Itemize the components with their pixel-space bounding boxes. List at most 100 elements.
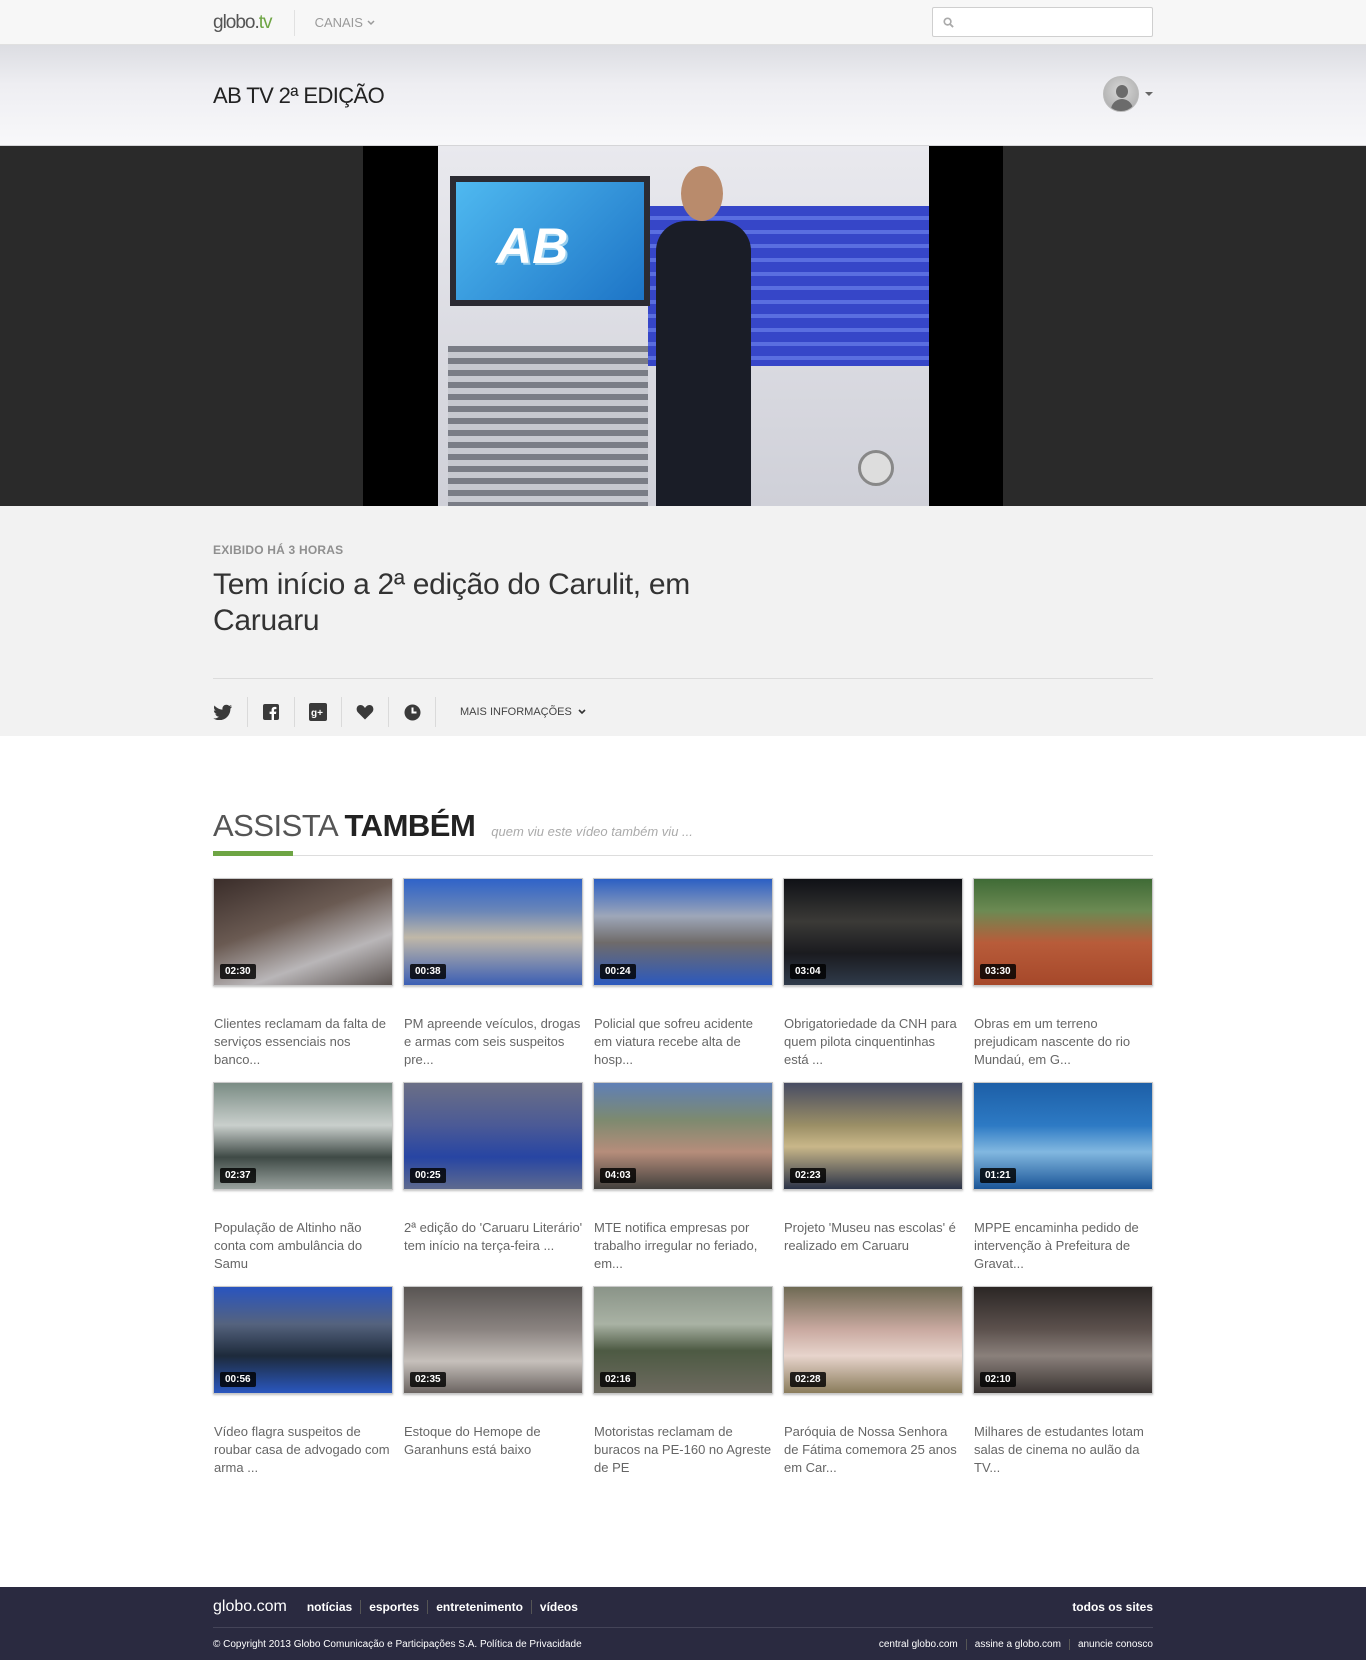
footer-todos-os-sites[interactable]: todos os sites (1072, 1600, 1153, 1614)
video-card[interactable]: 01:21 MPPE encaminha pedido de intervençã… (973, 1082, 1153, 1273)
google-plus-share-button[interactable]: g+ (295, 697, 342, 727)
studio-louvers (448, 346, 648, 506)
related-title: ASSISTA TAMBÉM (213, 808, 476, 844)
video-duration-badge: 00:56 (220, 1372, 256, 1387)
footer-link-noticias[interactable]: notícias (299, 1600, 360, 1614)
search-icon (943, 16, 954, 28)
video-duration-badge: 02:28 (790, 1372, 826, 1387)
footer-link-anuncie[interactable]: anuncie conosco (1068, 1638, 1153, 1650)
video-caption[interactable]: Motoristas reclamam de buracos na PE-160… (593, 1423, 773, 1477)
facebook-share-button[interactable] (248, 697, 295, 727)
video-thumbnail[interactable]: 00:56 (213, 1286, 393, 1394)
video-thumbnail[interactable]: 00:38 (403, 878, 583, 986)
video-duration-badge: 00:24 (600, 964, 636, 979)
logo-tv: tv (258, 11, 273, 33)
watch-later-button[interactable] (389, 697, 436, 727)
video-card[interactable]: 04:03 MTE notifica empresas por trabalho … (593, 1082, 773, 1273)
video-card[interactable]: 00:56 Vídeo flagra suspeitos de roubar ca… (213, 1286, 393, 1477)
video-card[interactable]: 02:35 Estoque do Hemope de Garanhuns está… (403, 1286, 583, 1474)
anchor-suit (656, 221, 751, 506)
video-caption[interactable]: MPPE encaminha pedido de intervenção à P… (973, 1219, 1153, 1273)
caret-down-icon (1145, 92, 1153, 96)
mais-informacoes-toggle[interactable]: MAIS INFORMAÇÕES (460, 706, 586, 718)
footer-logo[interactable]: globo.com (213, 1598, 287, 1616)
video-thumbnail[interactable]: 00:25 (403, 1082, 583, 1190)
video-caption[interactable]: Projeto 'Museu nas escolas' é realizado … (783, 1219, 963, 1255)
video-duration-badge: 02:37 (220, 1168, 256, 1183)
globo-tv-logo[interactable]: globo.tv (213, 11, 273, 34)
search-box[interactable] (932, 7, 1153, 37)
heart-icon (356, 705, 374, 720)
video-thumbnail[interactable]: 02:30 (213, 878, 393, 986)
video-caption[interactable]: População de Altinho não conta com ambul… (213, 1219, 393, 1273)
video-player-area: AB (0, 146, 1366, 506)
video-card[interactable]: 02:37 População de Altinho não conta com … (213, 1082, 393, 1273)
video-card[interactable]: 02:28 Paróquia de Nossa Senhora de Fátima… (783, 1286, 963, 1477)
footer-link-central[interactable]: central globo.com (871, 1639, 966, 1650)
video-thumbnail[interactable]: 02:10 (973, 1286, 1153, 1394)
video-caption[interactable]: Clientes reclamam da falta de serviços e… (213, 1015, 393, 1069)
video-caption[interactable]: Milhares de estudantes lotam salas de ci… (973, 1423, 1153, 1477)
video-card[interactable]: 02:10 Milhares de estudantes lotam salas … (973, 1286, 1153, 1477)
anchor-head (681, 166, 723, 221)
video-thumbnail[interactable]: 02:23 (783, 1082, 963, 1190)
avatar (1103, 76, 1139, 112)
globo-watermark-icon (858, 450, 894, 486)
video-card[interactable]: 02:30 Clientes reclamam da falta de servi… (213, 878, 393, 1069)
video-caption[interactable]: PM apreende veículos, drogas e armas com… (403, 1015, 583, 1069)
ab-logo-text: AB (496, 218, 569, 274)
user-menu[interactable] (1103, 76, 1153, 112)
video-card[interactable]: 02:16 Motoristas reclamam de buracos na P… (593, 1286, 773, 1477)
video-caption[interactable]: 2ª edição do 'Caruaru Literário' tem iní… (403, 1219, 583, 1255)
video-duration-badge: 04:03 (600, 1168, 636, 1183)
video-duration-badge: 03:30 (980, 964, 1016, 979)
video-frame[interactable]: AB (438, 146, 929, 506)
video-card[interactable]: 00:24 Policial que sofreu acidente em via… (593, 878, 773, 1069)
video-thumbnail[interactable]: 00:24 (593, 878, 773, 986)
video-thumbnail[interactable]: 02:37 (213, 1082, 393, 1190)
program-header: AB TV 2ª EDIÇÃO (0, 45, 1366, 146)
video-card[interactable]: 03:04 Obrigatoriedade da CNH para quem pi… (783, 878, 963, 1069)
video-thumbnail[interactable]: 01:21 (973, 1082, 1153, 1190)
canais-dropdown[interactable]: CANAIS (315, 15, 375, 30)
video-caption[interactable]: Vídeo flagra suspeitos de roubar casa de… (213, 1423, 393, 1477)
video-thumbnail[interactable]: 02:35 (403, 1286, 583, 1394)
video-thumbnail[interactable]: 02:28 (783, 1286, 963, 1394)
footer-link-entretenimento[interactable]: entretenimento (427, 1600, 531, 1614)
favorite-button[interactable] (342, 697, 389, 727)
clock-icon (404, 704, 420, 720)
video-thumbnail[interactable]: 03:04 (783, 878, 963, 986)
video-caption[interactable]: Estoque do Hemope de Garanhuns está baix… (403, 1423, 583, 1459)
footer-link-assine[interactable]: assine a globo.com (965, 1638, 1069, 1650)
program-title[interactable]: AB TV 2ª EDIÇÃO (213, 83, 385, 109)
facebook-icon (263, 704, 279, 720)
twitter-share-button[interactable] (213, 697, 248, 727)
video-card[interactable]: 02:23 Projeto 'Museu nas escolas' é reali… (783, 1082, 963, 1270)
video-card[interactable]: 00:25 2ª edição do 'Caruaru Literário' te… (403, 1082, 583, 1270)
video-caption[interactable]: MTE notifica empresas por trabalho irreg… (593, 1219, 773, 1273)
video-caption[interactable]: Paróquia de Nossa Senhora de Fátima come… (783, 1423, 963, 1477)
search-input[interactable] (960, 14, 1152, 30)
video-card[interactable]: 03:30 Obras em um terreno prejudicam nasc… (973, 878, 1153, 1069)
footer-link-videos[interactable]: vídeos (530, 1600, 586, 1614)
top-divider (293, 9, 295, 36)
video-duration-badge: 02:10 (980, 1372, 1016, 1387)
video-thumbnail[interactable]: 03:30 (973, 878, 1153, 986)
video-duration-badge: 02:35 (410, 1372, 446, 1387)
top-bar: globo.tv CANAIS (0, 0, 1366, 45)
video-title: Tem início a 2ª edição do Carulit, em Ca… (213, 568, 690, 637)
svg-text:g+: g+ (311, 708, 323, 719)
video-duration-badge: 00:25 (410, 1168, 446, 1183)
video-duration-badge: 02:16 (600, 1372, 636, 1387)
footer-link-esportes[interactable]: esportes (360, 1600, 427, 1614)
video-caption[interactable]: Obras em um terreno prejudicam nascente … (973, 1015, 1153, 1069)
video-caption[interactable]: Policial que sofreu acidente em viatura … (593, 1015, 773, 1069)
video-caption[interactable]: Obrigatoriedade da CNH para quem pilota … (783, 1015, 963, 1069)
video-card[interactable]: 00:38 PM apreende veículos, drogas e arma… (403, 878, 583, 1069)
video-player[interactable]: AB (363, 146, 1003, 506)
video-thumbnail[interactable]: 04:03 (593, 1082, 773, 1190)
video-thumbnail[interactable]: 02:16 (593, 1286, 773, 1394)
related-video-grid: 02:30 Clientes reclamam da falta de servi… (213, 878, 1153, 1477)
studio-screen: AB (450, 176, 650, 306)
chevron-down-icon (367, 19, 375, 25)
